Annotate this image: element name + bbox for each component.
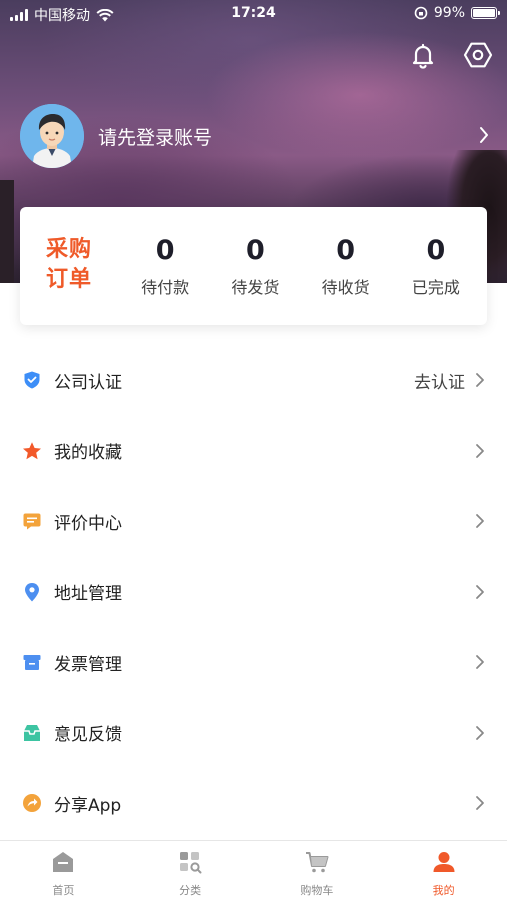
cart-icon [305,852,329,873]
chevron-right-icon [480,127,488,143]
stat-pending-payment[interactable]: 0 待付款 [125,234,205,298]
chevron-right-icon [476,373,484,387]
stat-label: 已完成 [411,278,460,297]
settings-icon[interactable] [463,40,493,70]
share-icon [23,794,41,812]
purchase-order-logo: 采购 订单 [20,207,120,325]
logo-line2: 订单 [46,267,93,292]
tab-cart[interactable]: 购物车 [254,841,381,900]
verify-link[interactable]: 去认证 [414,368,465,393]
menu-label: 公司认证 [54,372,122,393]
stat-completed[interactable]: 0 已完成 [396,234,476,298]
status-bar: 中国移动 17:24 99% [0,0,507,28]
order-stats: 0 待付款 0 待发货 0 待收货 0 已完成 [120,234,487,298]
profile-login-row[interactable]: 请先登录账号 [20,104,490,168]
rotation-lock-icon [414,6,428,20]
tab-label: 分类 [179,884,202,897]
menu-label: 评价中心 [54,513,122,534]
menu-list: 公司认证 去认证 我的收藏 评价中心 地址管理 发票管理 意见反馈 分享App [0,345,507,839]
stat-count: 0 [426,235,446,266]
feedback-icon [24,724,40,741]
comment-icon [23,513,41,530]
location-pin-icon [25,582,39,601]
menu-item-share-app[interactable]: 分享App [0,768,507,839]
avatar-illustration [20,104,84,168]
chevron-right-icon [476,796,484,810]
stat-pending-receipt[interactable]: 0 待收货 [306,234,386,298]
invoice-icon [23,655,41,670]
shield-check-icon [24,371,40,389]
purchase-order-card: 采购 订单 0 待付款 0 待发货 0 待收货 0 已完成 [20,207,487,325]
chevron-right-icon [476,584,484,599]
tab-mine[interactable]: 我的 [380,841,507,900]
chevron-right-icon [476,655,484,669]
building-silhouette [0,180,14,283]
avatar [20,104,84,168]
stat-count: 0 [155,235,175,266]
login-prompt: 请先登录账号 [98,126,213,149]
menu-item-invoice[interactable]: 发票管理 [0,627,507,698]
menu-label: 发票管理 [54,654,122,675]
bottom-tab-bar: 首页 分类 购物车 我的 [0,840,507,900]
bell-icon[interactable] [408,40,438,70]
menu-label: 我的收藏 [54,443,122,464]
stat-label: 待发货 [231,278,280,297]
tab-category[interactable]: 分类 [127,841,254,900]
stat-count: 0 [245,235,265,266]
home-icon [53,852,74,872]
tab-label: 购物车 [300,884,334,897]
menu-item-feedback[interactable]: 意见反馈 [0,698,507,769]
star-icon [23,441,41,459]
stat-pending-shipment[interactable]: 0 待发货 [215,234,295,298]
tab-home[interactable]: 首页 [0,841,127,900]
menu-label: 意见反馈 [54,725,122,746]
stat-label: 待付款 [141,278,190,297]
category-icon [180,852,202,874]
chevron-right-icon [476,514,484,528]
stat-label: 待收货 [321,278,370,297]
menu-label: 分享App [54,795,122,816]
battery-percent: 99% [433,5,465,21]
menu-item-reviews[interactable]: 评价中心 [0,486,507,557]
menu-item-company-verify[interactable]: 公司认证 去认证 [0,345,507,416]
menu-item-favorites[interactable]: 我的收藏 [0,416,507,487]
user-icon [433,852,455,872]
chevron-right-icon [476,443,484,458]
chevron-right-icon [476,725,484,740]
menu-item-address[interactable]: 地址管理 [0,557,507,628]
menu-label: 地址管理 [54,584,122,605]
logo-line1: 采购 [46,237,93,262]
battery-icon [471,7,500,19]
stat-count: 0 [336,235,356,266]
tab-label: 我的 [432,884,455,897]
tab-label: 首页 [52,884,75,897]
